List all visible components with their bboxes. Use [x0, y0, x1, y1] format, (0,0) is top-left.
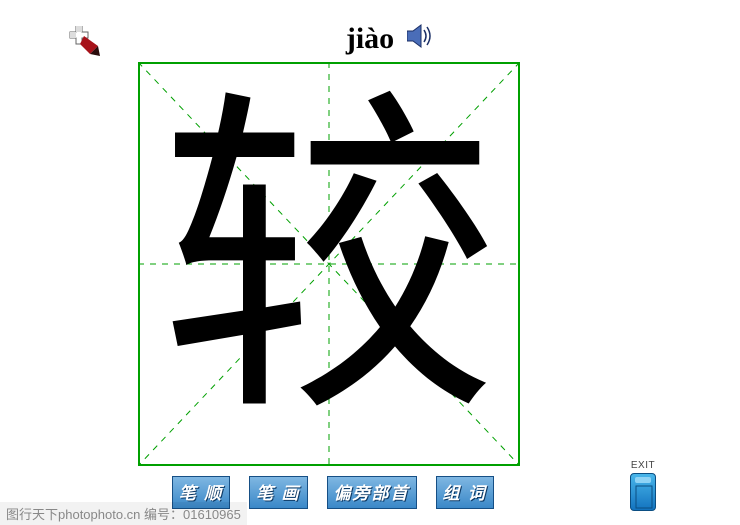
character-grid: 较: [138, 62, 520, 466]
exit-group: EXIT: [630, 460, 656, 511]
strokes-button[interactable]: 笔 画: [249, 476, 307, 509]
watermark-text: 图行天下photophoto.cn 编号：01610965: [0, 502, 247, 525]
brush-cursor-icon: [66, 26, 102, 58]
exit-button[interactable]: [630, 473, 656, 511]
pinyin-label: jiào: [346, 22, 394, 56]
door-icon: [631, 474, 657, 512]
exit-label: EXIT: [631, 460, 655, 471]
radical-button[interactable]: 偏旁部首: [327, 476, 417, 509]
speaker-icon: [407, 24, 433, 48]
character-glyph: 较: [138, 62, 520, 466]
compound-button[interactable]: 组 词: [436, 476, 494, 509]
sound-button[interactable]: [407, 24, 433, 53]
